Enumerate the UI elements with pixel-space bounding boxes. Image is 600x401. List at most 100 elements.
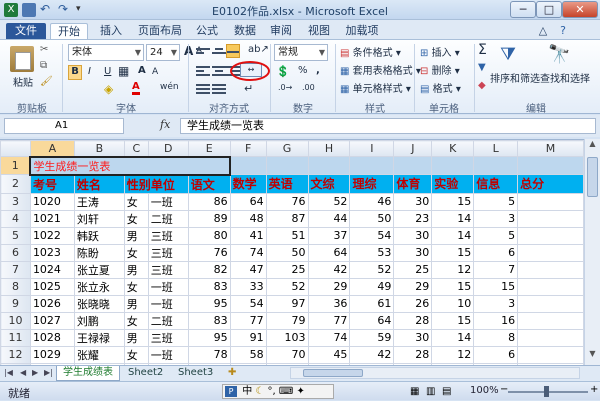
cell[interactable]: 82 — [187, 260, 231, 279]
column-header[interactable]: L — [473, 140, 519, 157]
font-size-combo[interactable]: 24 ▼ — [146, 44, 180, 61]
cell[interactable]: 28 — [393, 345, 433, 364]
cell[interactable] — [473, 156, 519, 175]
cell[interactable]: 51 — [265, 226, 309, 245]
new-sheet-icon[interactable]: ✚ — [222, 366, 242, 381]
cell[interactable]: 15 — [431, 192, 475, 211]
cell[interactable]: 女 — [123, 209, 149, 228]
cell[interactable]: 33 — [229, 277, 267, 296]
cell[interactable]: 97 — [265, 294, 309, 313]
prev-sheet-icon[interactable]: ◀ — [20, 368, 26, 377]
bold-button[interactable]: B — [68, 65, 82, 80]
scroll-down-icon[interactable]: ▼ — [585, 349, 600, 363]
cell[interactable]: 70 — [265, 345, 309, 364]
cell[interactable]: 61 — [349, 294, 395, 313]
cell[interactable]: 王涛 — [73, 192, 125, 211]
column-header[interactable]: C — [123, 140, 149, 157]
align-center-icon[interactable] — [212, 64, 226, 76]
header-cell[interactable]: 英语 — [265, 174, 309, 194]
zoom-slider-knob[interactable] — [544, 386, 549, 397]
column-header[interactable]: E — [187, 140, 231, 157]
cell[interactable]: 25 — [393, 260, 433, 279]
page-break-view-icon[interactable]: ▤ — [442, 386, 451, 397]
cell[interactable] — [517, 328, 584, 347]
cell[interactable]: 张立永 — [73, 277, 125, 296]
cell[interactable]: 男 — [123, 260, 149, 279]
delete-button[interactable]: ⊟ 删除 ▾ — [420, 62, 460, 77]
cell[interactable] — [393, 156, 433, 175]
column-header[interactable]: F — [229, 140, 267, 157]
autosum-button[interactable]: Σ — [478, 42, 487, 58]
cell[interactable]: 14 — [431, 226, 475, 245]
column-header[interactable]: M — [517, 140, 584, 157]
column-header[interactable]: A — [29, 140, 75, 157]
cell[interactable]: 三班 — [147, 328, 189, 347]
cell[interactable]: 95 — [187, 328, 231, 347]
sheet-tab[interactable]: Sheet2 — [122, 366, 169, 381]
scroll-up-icon[interactable]: ▲ — [585, 139, 600, 153]
cell[interactable]: 3 — [473, 294, 519, 313]
cell[interactable]: 52 — [307, 192, 351, 211]
cell[interactable] — [517, 294, 584, 313]
cell[interactable] — [431, 156, 475, 175]
zoom-out-icon[interactable]: − — [500, 384, 508, 395]
cell[interactable]: 1020 — [29, 192, 75, 211]
cell[interactable]: 54 — [349, 226, 395, 245]
column-header[interactable]: I — [349, 140, 395, 157]
grow-font-alt-button[interactable]: A — [138, 65, 146, 76]
scroll-thumb[interactable] — [587, 157, 598, 197]
cell[interactable] — [517, 243, 584, 262]
row-header[interactable]: 2 — [0, 174, 31, 194]
cell[interactable]: 103 — [265, 328, 309, 347]
cell[interactable] — [517, 192, 584, 211]
format-painter-icon[interactable]: 🖌 — [40, 76, 53, 87]
cell[interactable]: 15 — [431, 311, 475, 330]
increase-indent-icon[interactable] — [212, 82, 226, 94]
header-cell[interactable]: 总分 — [517, 174, 584, 194]
cell[interactable]: 83 — [187, 311, 231, 330]
align-left-icon[interactable] — [196, 64, 210, 76]
cut-icon[interactable]: ✂ — [40, 44, 48, 55]
ribbon-minimize-icon[interactable]: △ — [536, 23, 550, 39]
sort-filter-button[interactable]: 排序和筛选 — [490, 70, 540, 85]
cell[interactable]: 28 — [393, 311, 433, 330]
cell-grid[interactable]: A B C D E F G H I J K L M 1 学生成绩一览表 2 考号… — [0, 140, 584, 365]
cell[interactable]: 74 — [229, 243, 267, 262]
cell[interactable]: 韩跃 — [73, 226, 125, 245]
cell[interactable]: 64 — [229, 192, 267, 211]
page-layout-view-icon[interactable]: ▥ — [426, 386, 435, 397]
row-header[interactable]: 3 — [0, 192, 31, 211]
cell[interactable]: 46 — [349, 192, 395, 211]
cell[interactable]: 6 — [473, 243, 519, 262]
cell[interactable]: 42 — [307, 260, 351, 279]
cell[interactable]: 89 — [187, 209, 231, 228]
cell[interactable]: 女 — [123, 311, 149, 330]
cell[interactable]: 58 — [229, 345, 267, 364]
shrink-font-alt-button[interactable]: A — [152, 67, 158, 77]
cell[interactable]: 52 — [349, 260, 395, 279]
fill-color-icon[interactable]: ◈ — [104, 82, 113, 96]
worksheet-grid[interactable]: A B C D E F G H I J K L M 1 学生成绩一览表 2 考号… — [0, 139, 584, 365]
cell[interactable]: 74 — [307, 328, 351, 347]
cell[interactable]: 29 — [393, 277, 433, 296]
zoom-in-icon[interactable]: + — [590, 384, 598, 395]
cell[interactable]: 二班 — [147, 311, 189, 330]
tab-page-layout[interactable]: 页面布局 — [132, 23, 188, 39]
column-header[interactable]: B — [73, 140, 125, 157]
cell[interactable]: 79 — [265, 311, 309, 330]
cell[interactable]: 6 — [473, 345, 519, 364]
formula-input[interactable]: 学生成绩一览表 — [180, 118, 596, 134]
header-cell[interactable]: 文综 — [307, 174, 351, 194]
horizontal-scrollbar[interactable] — [290, 367, 580, 379]
cell[interactable]: 30 — [393, 243, 433, 262]
cell[interactable]: 52 — [265, 277, 309, 296]
tab-view[interactable]: 视图 — [302, 23, 336, 39]
row-header[interactable]: 11 — [0, 328, 31, 347]
cell[interactable]: 王禄禄 — [73, 328, 125, 347]
sort-filter-icon[interactable]: ⧩ — [500, 44, 522, 68]
wrap-text-icon[interactable]: ↵ — [244, 82, 253, 95]
header-cell[interactable]: 信息 — [473, 174, 519, 194]
column-header[interactable]: G — [265, 140, 309, 157]
header-cell[interactable]: 语文 — [187, 174, 231, 194]
cell[interactable]: 女 — [123, 243, 149, 262]
